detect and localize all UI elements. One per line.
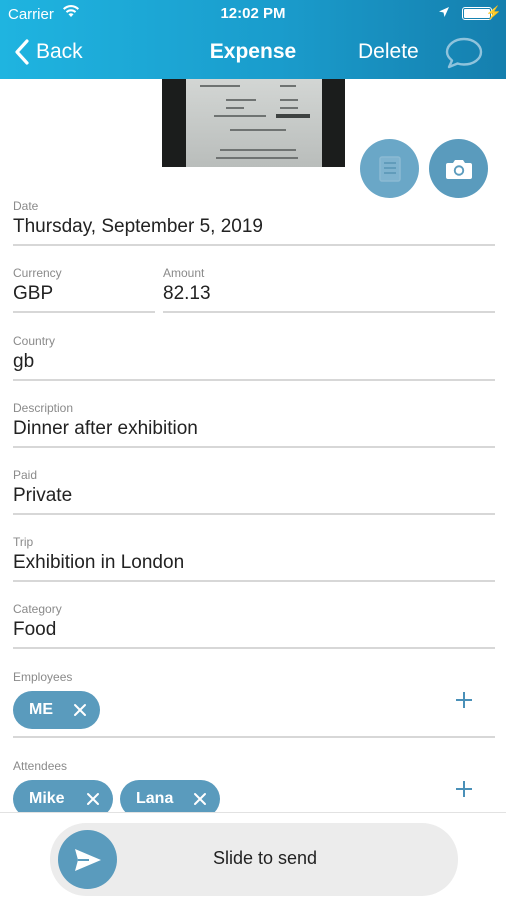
employees-underline bbox=[13, 736, 495, 738]
description-label: Description bbox=[13, 401, 74, 415]
currency-label: Currency bbox=[13, 266, 62, 280]
category-value: Food bbox=[13, 619, 57, 640]
date-value: Thursday, September 5, 2019 bbox=[13, 216, 263, 237]
chip-label: Lana bbox=[136, 790, 174, 807]
description-value: Dinner after exhibition bbox=[13, 418, 198, 439]
status-bar: Carrier 12:02 PM ⚡ bbox=[0, 0, 506, 28]
amount-field[interactable]: Amount 82.13 bbox=[163, 266, 495, 314]
page-title: Expense bbox=[209, 40, 297, 63]
paid-underline bbox=[13, 513, 495, 515]
date-underline bbox=[13, 244, 495, 246]
charging-bolt-icon: ⚡ bbox=[485, 5, 502, 20]
trip-value: Exhibition in London bbox=[13, 552, 185, 573]
location-arrow-icon bbox=[439, 7, 449, 17]
camera-icon bbox=[445, 159, 472, 179]
currency-value: GBP bbox=[13, 283, 54, 304]
amount-label: Amount bbox=[163, 266, 205, 280]
country-field[interactable]: Country gb bbox=[13, 334, 495, 382]
attendees-field: Attendees Mike Lana bbox=[13, 759, 495, 818]
category-label: Category bbox=[13, 602, 62, 616]
delete-button[interactable]: Delete bbox=[358, 40, 419, 64]
currency-underline bbox=[13, 311, 155, 313]
paid-label: Paid bbox=[13, 468, 38, 482]
receipt-photo[interactable] bbox=[162, 79, 345, 167]
employee-chip-me[interactable]: ME bbox=[13, 691, 100, 729]
remove-chip-icon[interactable] bbox=[85, 791, 101, 807]
slide-to-send[interactable]: Slide to send bbox=[50, 823, 458, 896]
date-field[interactable]: Date Thursday, September 5, 2019 bbox=[13, 199, 495, 247]
amount-underline bbox=[163, 311, 495, 313]
country-value: gb bbox=[13, 351, 35, 372]
attendees-label: Attendees bbox=[13, 759, 68, 773]
category-underline bbox=[13, 647, 495, 649]
status-time: 12:02 PM bbox=[220, 5, 286, 22]
description-underline bbox=[13, 446, 495, 448]
paid-field[interactable]: Paid Private bbox=[13, 468, 495, 516]
employees-field: Employees ME bbox=[13, 670, 495, 740]
document-icon bbox=[378, 155, 401, 182]
chip-label: ME bbox=[29, 701, 53, 718]
add-attendee-icon[interactable] bbox=[455, 780, 473, 798]
add-employee-icon[interactable] bbox=[455, 691, 473, 709]
document-button[interactable] bbox=[360, 139, 419, 198]
remove-chip-icon[interactable] bbox=[192, 791, 208, 807]
top-bar: Carrier 12:02 PM ⚡ Back Expense Delete bbox=[0, 0, 506, 79]
camera-button[interactable] bbox=[429, 139, 488, 198]
country-label: Country bbox=[13, 334, 56, 348]
amount-value: 82.13 bbox=[163, 283, 211, 304]
trip-field[interactable]: Trip Exhibition in London bbox=[13, 535, 495, 583]
description-field[interactable]: Description Dinner after exhibition bbox=[13, 401, 495, 449]
receipt-paper bbox=[186, 79, 322, 167]
paid-value: Private bbox=[13, 485, 73, 506]
slide-to-send-label: Slide to send bbox=[212, 848, 318, 868]
employees-label: Employees bbox=[13, 670, 73, 684]
country-underline bbox=[13, 379, 495, 381]
chip-label: Mike bbox=[29, 790, 65, 807]
category-field[interactable]: Category Food bbox=[13, 602, 495, 650]
currency-field[interactable]: Currency GBP bbox=[13, 266, 155, 314]
remove-chip-icon[interactable] bbox=[72, 702, 88, 718]
trip-label: Trip bbox=[13, 535, 34, 549]
chat-icon[interactable] bbox=[444, 36, 484, 70]
navigation-bar: Back Expense Delete bbox=[0, 28, 506, 79]
date-label: Date bbox=[13, 199, 39, 213]
bottom-bar: Slide to send bbox=[0, 812, 506, 900]
trip-underline bbox=[13, 580, 495, 582]
